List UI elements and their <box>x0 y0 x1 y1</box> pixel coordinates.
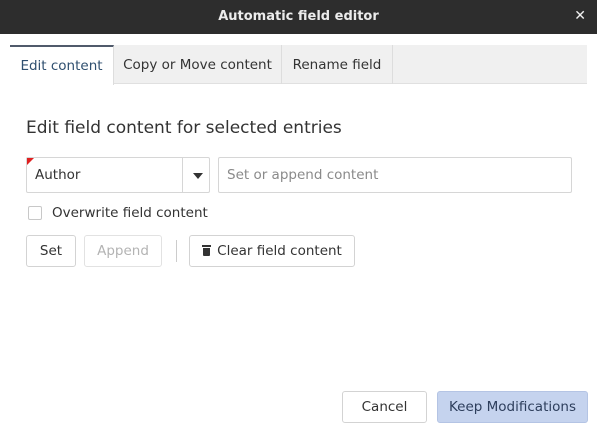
tab-rename-field[interactable]: Rename field <box>282 45 393 84</box>
tab-edit-content[interactable]: Edit content <box>10 45 114 85</box>
trash-icon <box>202 245 212 256</box>
window-title: Automatic field editor <box>218 9 379 24</box>
chevron-down-icon[interactable] <box>193 173 203 179</box>
required-marker <box>27 158 34 165</box>
keep-modifications-button[interactable]: Keep Modifications <box>437 391 588 423</box>
tab-copy-or-move-content[interactable]: Copy or Move content <box>114 45 282 84</box>
append-button[interactable]: Append <box>84 235 162 267</box>
title-bar[interactable]: Automatic field editor ✕ <box>0 0 597 34</box>
set-button[interactable]: Set <box>26 235 76 267</box>
clear-field-content-button[interactable]: Clear field content <box>189 235 355 267</box>
overwrite-checkbox[interactable] <box>28 206 42 220</box>
clear-button-label: Clear field content <box>217 243 342 259</box>
content-input[interactable] <box>218 157 572 193</box>
combo-divider <box>182 158 183 192</box>
close-icon[interactable]: ✕ <box>574 8 586 24</box>
field-select[interactable]: Author <box>26 157 210 193</box>
tab-bar: Edit content Copy or Move content Rename… <box>10 45 587 85</box>
button-divider <box>176 240 177 262</box>
dialog-window: Automatic field editor ✕ Edit content Co… <box>0 0 597 432</box>
cancel-button[interactable]: Cancel <box>342 391 427 423</box>
section-heading: Edit field content for selected entries <box>26 118 342 138</box>
field-select-value: Author <box>35 167 81 183</box>
overwrite-label: Overwrite field content <box>52 205 208 221</box>
